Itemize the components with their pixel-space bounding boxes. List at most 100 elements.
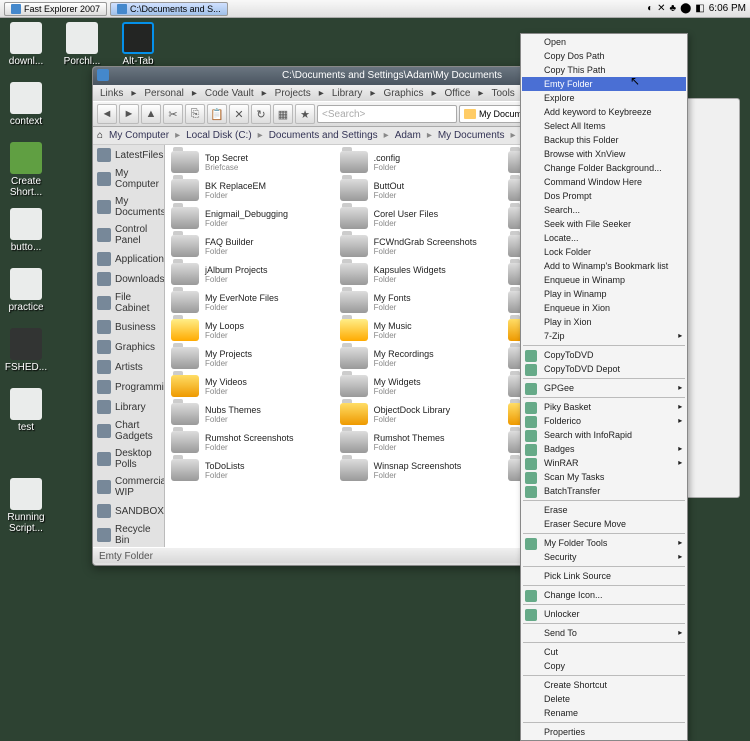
sidebar-item[interactable]: LatestFiles xyxy=(93,145,164,165)
file-item[interactable]: My FontsFolder xyxy=(338,289,499,315)
file-item[interactable]: ObjectDock LibraryFolder xyxy=(338,401,499,427)
context-menu-item[interactable]: Lock Folder xyxy=(522,245,686,259)
context-menu-item[interactable]: 7-Zip xyxy=(522,329,686,343)
context-menu-item[interactable]: Copy This Path xyxy=(522,63,686,77)
file-item[interactable]: BK ReplaceEMFolder xyxy=(169,177,330,203)
linkbar-item[interactable]: Tools xyxy=(488,88,517,99)
context-menu-item[interactable]: CopyToDVD Depot xyxy=(522,362,686,376)
file-item[interactable]: My EverNote FilesFolder xyxy=(169,289,330,315)
desktop-icon[interactable]: Porchl... xyxy=(58,22,106,67)
sidebar-item[interactable]: Applications xyxy=(93,249,164,269)
taskbar-app[interactable]: Fast Explorer 2007 xyxy=(4,2,107,16)
context-menu-item[interactable]: Select All Items xyxy=(522,119,686,133)
context-menu-item[interactable]: Pick Link Source xyxy=(522,569,686,583)
breadcrumb-item[interactable]: My Documents xyxy=(436,130,507,141)
context-menu-item[interactable]: Enqueue in Xion xyxy=(522,301,686,315)
context-menu-item[interactable]: Security xyxy=(522,550,686,564)
sidebar-item[interactable]: Graphics xyxy=(93,337,164,357)
desktop-icon[interactable]: FSHED... xyxy=(2,328,50,373)
file-item[interactable]: Rumshot ThemesFolder xyxy=(338,429,499,455)
context-menu-item[interactable]: Add to Winamp's Bookmark list xyxy=(522,259,686,273)
desktop-icon[interactable]: downl... xyxy=(2,22,50,67)
sidebar-item[interactable]: Chart Gadgets xyxy=(93,417,164,445)
file-item[interactable]: Winsnap ScreenshotsFolder xyxy=(338,457,499,483)
context-menu-item[interactable]: Unlocker xyxy=(522,607,686,621)
breadcrumb-item[interactable]: Documents and Settings xyxy=(267,130,380,141)
search-input[interactable]: <Search> xyxy=(317,105,457,123)
tray-icon[interactable]: ◧ xyxy=(695,3,704,14)
context-menu-item[interactable]: Enqueue in Winamp xyxy=(522,273,686,287)
file-item[interactable]: Top SecretBriefcase xyxy=(169,149,330,175)
views-button[interactable]: ▦ xyxy=(273,104,293,124)
paste-button[interactable]: 📋 xyxy=(207,104,227,124)
sidebar-item[interactable]: Downloads xyxy=(93,269,164,289)
file-item[interactable]: FCWndGrab ScreenshotsFolder xyxy=(338,233,499,259)
context-menu-item[interactable]: Erase xyxy=(522,503,686,517)
back-button[interactable]: ◄ xyxy=(97,104,117,124)
context-menu-item[interactable]: Backup this Folder xyxy=(522,133,686,147)
linkbar-item[interactable]: Office xyxy=(441,88,473,99)
context-menu-item[interactable]: Copy Dos Path xyxy=(522,49,686,63)
file-item[interactable]: .configFolder xyxy=(338,149,499,175)
file-item[interactable]: My VideosFolder xyxy=(169,373,330,399)
file-item[interactable]: My WidgetsFolder xyxy=(338,373,499,399)
context-menu-item[interactable]: Play in Winamp xyxy=(522,287,686,301)
context-menu-item[interactable]: Open xyxy=(522,35,686,49)
clock[interactable]: 6:06 PM xyxy=(709,3,746,14)
desktop-icon[interactable]: test xyxy=(2,388,50,433)
context-menu-item[interactable]: Badges xyxy=(522,442,686,456)
desktop-icon[interactable]: Running Script... xyxy=(2,478,50,534)
linkbar-item[interactable]: Code Vault xyxy=(202,88,257,99)
context-menu-item[interactable]: Play in Xion xyxy=(522,315,686,329)
context-menu-item[interactable]: Change Folder Background... xyxy=(522,161,686,175)
sidebar-item[interactable]: My Computer xyxy=(93,165,164,193)
tray-icon[interactable]: ✕ xyxy=(657,3,665,14)
context-menu-item[interactable]: Command Window Here xyxy=(522,175,686,189)
linkbar-item[interactable]: Graphics xyxy=(380,88,426,99)
context-menu-item[interactable]: Browse with XnView xyxy=(522,147,686,161)
file-item[interactable]: Corel User FilesFolder xyxy=(338,205,499,231)
taskbar-app[interactable]: C:\Documents and S... xyxy=(110,2,228,16)
refresh-button[interactable]: ↻ xyxy=(251,104,271,124)
context-menu-item[interactable]: Delete xyxy=(522,692,686,706)
sidebar-item[interactable]: Recycle Bin xyxy=(93,521,164,547)
breadcrumb-item[interactable]: My Computer xyxy=(107,130,171,141)
context-menu-item[interactable]: Search with InfoRapid xyxy=(522,428,686,442)
context-menu-item[interactable]: Explore xyxy=(522,91,686,105)
context-menu-item[interactable]: CopyToDVD xyxy=(522,348,686,362)
context-menu-item[interactable]: Scan My Tasks xyxy=(522,470,686,484)
file-item[interactable]: ToDoListsFolder xyxy=(169,457,330,483)
file-item[interactable]: Kapsules WidgetsFolder xyxy=(338,261,499,287)
file-item[interactable]: Enigmail_DebuggingFolder xyxy=(169,205,330,231)
linkbar-item[interactable]: Projects xyxy=(272,88,314,99)
desktop-icon[interactable]: Create Short... xyxy=(2,142,50,198)
sidebar-item[interactable]: Control Panel xyxy=(93,221,164,249)
sidebar-item[interactable]: Business xyxy=(93,317,164,337)
linkbar-item[interactable]: Links xyxy=(97,88,126,99)
context-menu-item[interactable]: Seek with File Seeker xyxy=(522,217,686,231)
tray-icon[interactable]: ♣ xyxy=(670,3,677,14)
sidebar-item[interactable]: Commercial WIP xyxy=(93,473,164,501)
context-menu-item[interactable]: GPGee xyxy=(522,381,686,395)
sidebar-item[interactable]: File Cabinet xyxy=(93,289,164,317)
context-menu-item[interactable]: Send To xyxy=(522,626,686,640)
context-menu-item[interactable]: Properties xyxy=(522,725,686,739)
file-item[interactable]: Nubs ThemesFolder xyxy=(169,401,330,427)
context-menu-item[interactable]: WinRAR xyxy=(522,456,686,470)
sidebar-item[interactable]: Programming xyxy=(93,377,164,397)
home-icon[interactable]: ⌂ xyxy=(97,130,103,141)
file-item[interactable]: FAQ BuilderFolder xyxy=(169,233,330,259)
tray-icon[interactable]: ⬤ xyxy=(680,3,691,14)
breadcrumb-item[interactable]: Local Disk (C:) xyxy=(184,130,254,141)
copy-button[interactable]: ⎘ xyxy=(185,104,205,124)
linkbar-item[interactable]: Library xyxy=(329,88,366,99)
context-menu-item[interactable]: Copy xyxy=(522,659,686,673)
forward-button[interactable]: ► xyxy=(119,104,139,124)
context-menu-item[interactable]: Eraser Secure Move xyxy=(522,517,686,531)
sidebar-item[interactable]: SANDBOX xyxy=(93,501,164,521)
sidebar-item[interactable]: My Documents xyxy=(93,193,164,221)
desktop-icon[interactable]: practice xyxy=(2,268,50,313)
context-menu-item[interactable]: Cut xyxy=(522,645,686,659)
file-item[interactable]: jAlbum ProjectsFolder xyxy=(169,261,330,287)
desktop-icon[interactable]: context xyxy=(2,82,50,127)
